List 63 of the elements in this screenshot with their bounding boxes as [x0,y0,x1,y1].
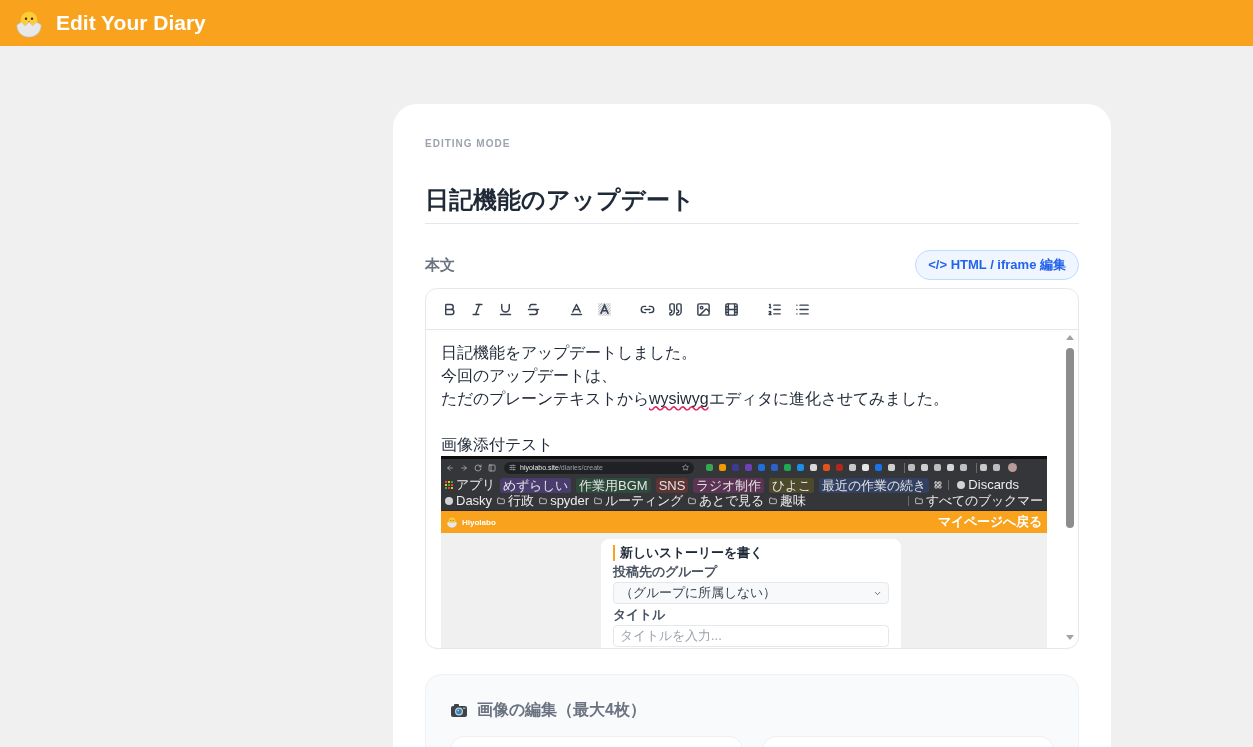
forward-icon [460,463,468,472]
bookmark-group-chip: ラジオ制作 [693,477,765,493]
grid-icon [934,481,943,489]
site-brand: Hiyolabo [462,517,496,527]
text-color-icon [568,301,584,317]
mode-label: EDITING MODE [425,138,512,150]
bookmark-label: アプリ [456,477,495,493]
bookmark-label: あとで見る [699,493,765,509]
paragraph-text: 画像添付テスト [441,435,554,455]
bookmark-label: 趣味 [780,493,807,509]
strikethrough-icon [525,301,541,317]
chick-icon [446,516,458,528]
folder-icon [915,497,923,505]
bookmark-label: すべてのブックマー [926,493,1043,509]
quote-icon [667,301,683,317]
folder-icon [497,497,506,505]
bookmark-group-chip: 最近の作業の続き [819,477,930,493]
title-input[interactable]: 日記機能のアップデート [425,184,1079,224]
chick-icon [14,8,44,38]
site-settings-icon [509,464,516,471]
field-label: タイトル [613,607,665,623]
bookmark-label: 行政 [508,493,535,509]
paragraph-text: ただのプレーンテキストからwysiwygエディタに進化させてみました。 [441,389,950,409]
reload-icon [474,463,482,472]
bookmark-label: Dasky [456,493,493,509]
bullet-list-icon [794,301,810,317]
app-title: Edit Your Diary [56,11,206,35]
folder-icon [688,497,697,505]
group-select: （グループに所属しない） [613,582,889,604]
folder-icon [539,497,548,505]
title-field: タイトルを入力... [613,625,889,647]
field-label: 投稿先のグループ [613,564,717,580]
bookmark-group-chip: ひよこ [769,477,815,493]
bookmark-label: Discards [968,477,1019,493]
camera-icon [450,702,468,718]
paragraph-text: 今回のアップデートは、 [441,366,618,386]
back-icon [446,463,454,472]
underline-icon [497,301,513,317]
ordered-list-icon [766,301,782,317]
folder-icon [594,497,603,505]
scrollbar-thumb[interactable] [1065,348,1074,528]
bookmark-group-chip: めずらしい [500,477,571,493]
folder-icon [769,497,778,505]
background-color-icon [596,301,612,317]
bookmark-label: spyder [550,493,590,509]
site-favicon-icon [445,497,453,505]
image-icon [695,301,711,317]
section-title: 画像の編集（最大4枚） [477,699,646,720]
star-icon [682,464,689,471]
html-edit-button[interactable]: </> HTML / iframe 編集 [915,250,1079,280]
video-icon [723,301,739,317]
site-favicon-icon [957,481,966,489]
form-heading: 新しいストーリーを書く [613,545,763,561]
mypage-link: マイページへ戻る [938,513,1042,531]
avatar-icon [1008,463,1017,472]
italic-icon [469,301,485,317]
bookmark-group-chip: SNS [655,477,689,493]
paragraph-text: 日記機能をアップデートしました。 [441,343,698,363]
side-panel-icon [488,463,496,472]
field-label: 本文 [425,255,455,275]
bookmark-label: ルーティング [605,493,684,509]
bookmark-group-chip: 作業用BGM [576,477,651,493]
apps-icon [445,481,453,489]
